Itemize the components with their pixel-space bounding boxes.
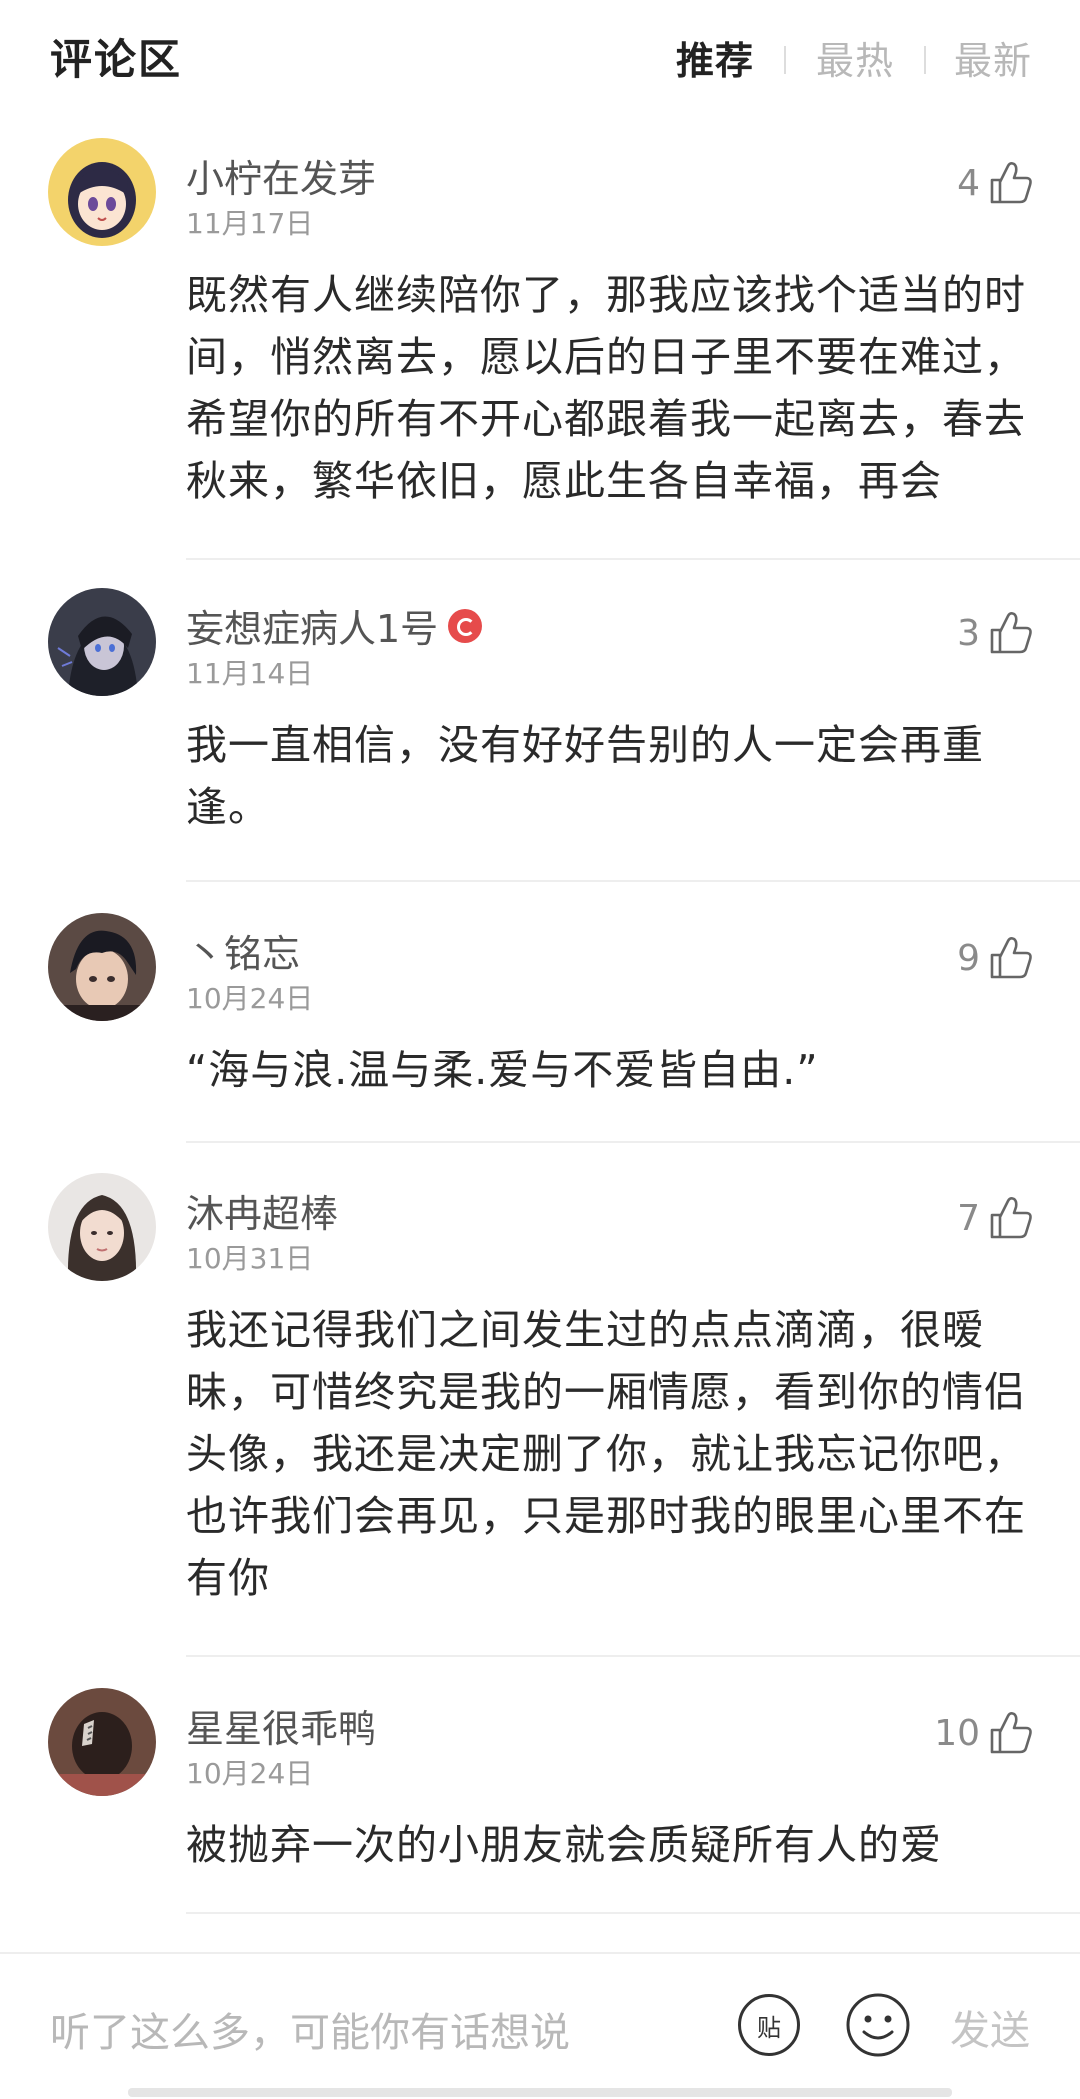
like-button[interactable]: 3: [957, 608, 1036, 658]
anime-girl-avatar[interactable]: [48, 138, 156, 246]
photo-avatar[interactable]: [48, 1688, 156, 1796]
divider: [186, 1141, 1080, 1143]
like-count: 4: [957, 162, 980, 204]
thumbs-up-icon: [990, 162, 1032, 204]
thumbs-up-icon: [990, 612, 1032, 654]
like-button[interactable]: 4: [957, 158, 1036, 208]
comment-text: “海与浪.温与柔.爱与不爱皆自由.”: [186, 1046, 819, 1094]
home-indicator: [128, 2088, 952, 2097]
thumbs-up-icon: [990, 1197, 1032, 1239]
comment-input[interactable]: 听了这么多，可能你有话想说: [50, 2000, 570, 2058]
thumbs-up-icon: [990, 937, 1032, 979]
comment-username[interactable]: 丶铭忘: [186, 923, 300, 978]
divider: [186, 558, 1080, 560]
sticker-button[interactable]: 贴: [738, 1994, 800, 2056]
tab-hottest[interactable]: 最热: [816, 30, 894, 85]
like-button[interactable]: 7: [957, 1193, 1036, 1243]
girl-photo-avatar[interactable]: [48, 1173, 156, 1281]
comment-username[interactable]: 妄想症病人1号: [186, 598, 483, 653]
sticker-label: 贴: [757, 2013, 781, 2042]
tab-newest[interactable]: 最新: [954, 30, 1032, 85]
comment-text: 被抛弃一次的小朋友就会质疑所有人的爱: [186, 1821, 942, 1869]
like-button[interactable]: 10: [934, 1708, 1036, 1758]
anime-boy-avatar[interactable]: [48, 913, 156, 1021]
comment-date: 10月24日: [186, 982, 314, 1015]
comment-text: 我一直相信，没有好好告别的人一定会再重逢。: [186, 721, 984, 831]
comment-text: 既然有人继续陪你了，那我应该找个适当的时间，悄然离去，愿以后的日子里不要在难过，…: [186, 271, 1026, 505]
emoji-icon[interactable]: [845, 1992, 911, 2058]
comment-date: 10月31日: [186, 1242, 314, 1275]
comment-header: 评论区 推荐 最热 最新: [0, 0, 1080, 112]
like-count: 10: [934, 1712, 980, 1754]
divider: [186, 1912, 1080, 1914]
comment-text: 我还记得我们之间发生过的点点滴滴，很暧昧，可惜终究是我的一厢情愿，看到你的情侣头…: [186, 1306, 1026, 1602]
comment-username-text: 妄想症病人1号: [186, 607, 439, 651]
like-count: 7: [957, 1197, 980, 1239]
music-badge-icon: [448, 608, 483, 643]
tab-divider: [924, 46, 926, 74]
page-title: 评论区: [50, 35, 183, 84]
comment-username[interactable]: 沐冉超棒: [186, 1183, 338, 1238]
like-count: 3: [957, 612, 980, 654]
divider: [186, 1655, 1080, 1657]
tab-divider: [784, 46, 786, 74]
comment-date: 11月14日: [186, 657, 314, 690]
send-button[interactable]: 发送: [950, 1998, 1030, 2056]
like-count: 9: [957, 937, 980, 979]
divider: [186, 880, 1080, 882]
comment-username[interactable]: 星星很乖鸭: [186, 1698, 376, 1753]
comment-date: 11月17日: [186, 207, 314, 240]
comment-date: 10月24日: [186, 1757, 314, 1790]
comment-input-bar: 听了这么多，可能你有话想说 贴 发送: [0, 1952, 1080, 2099]
like-button[interactable]: 9: [957, 933, 1036, 983]
tab-recommended[interactable]: 推荐: [676, 30, 754, 85]
anime-dark-avatar[interactable]: [48, 588, 156, 696]
comment-username[interactable]: 小柠在发芽: [186, 148, 376, 203]
thumbs-up-icon: [990, 1712, 1032, 1754]
